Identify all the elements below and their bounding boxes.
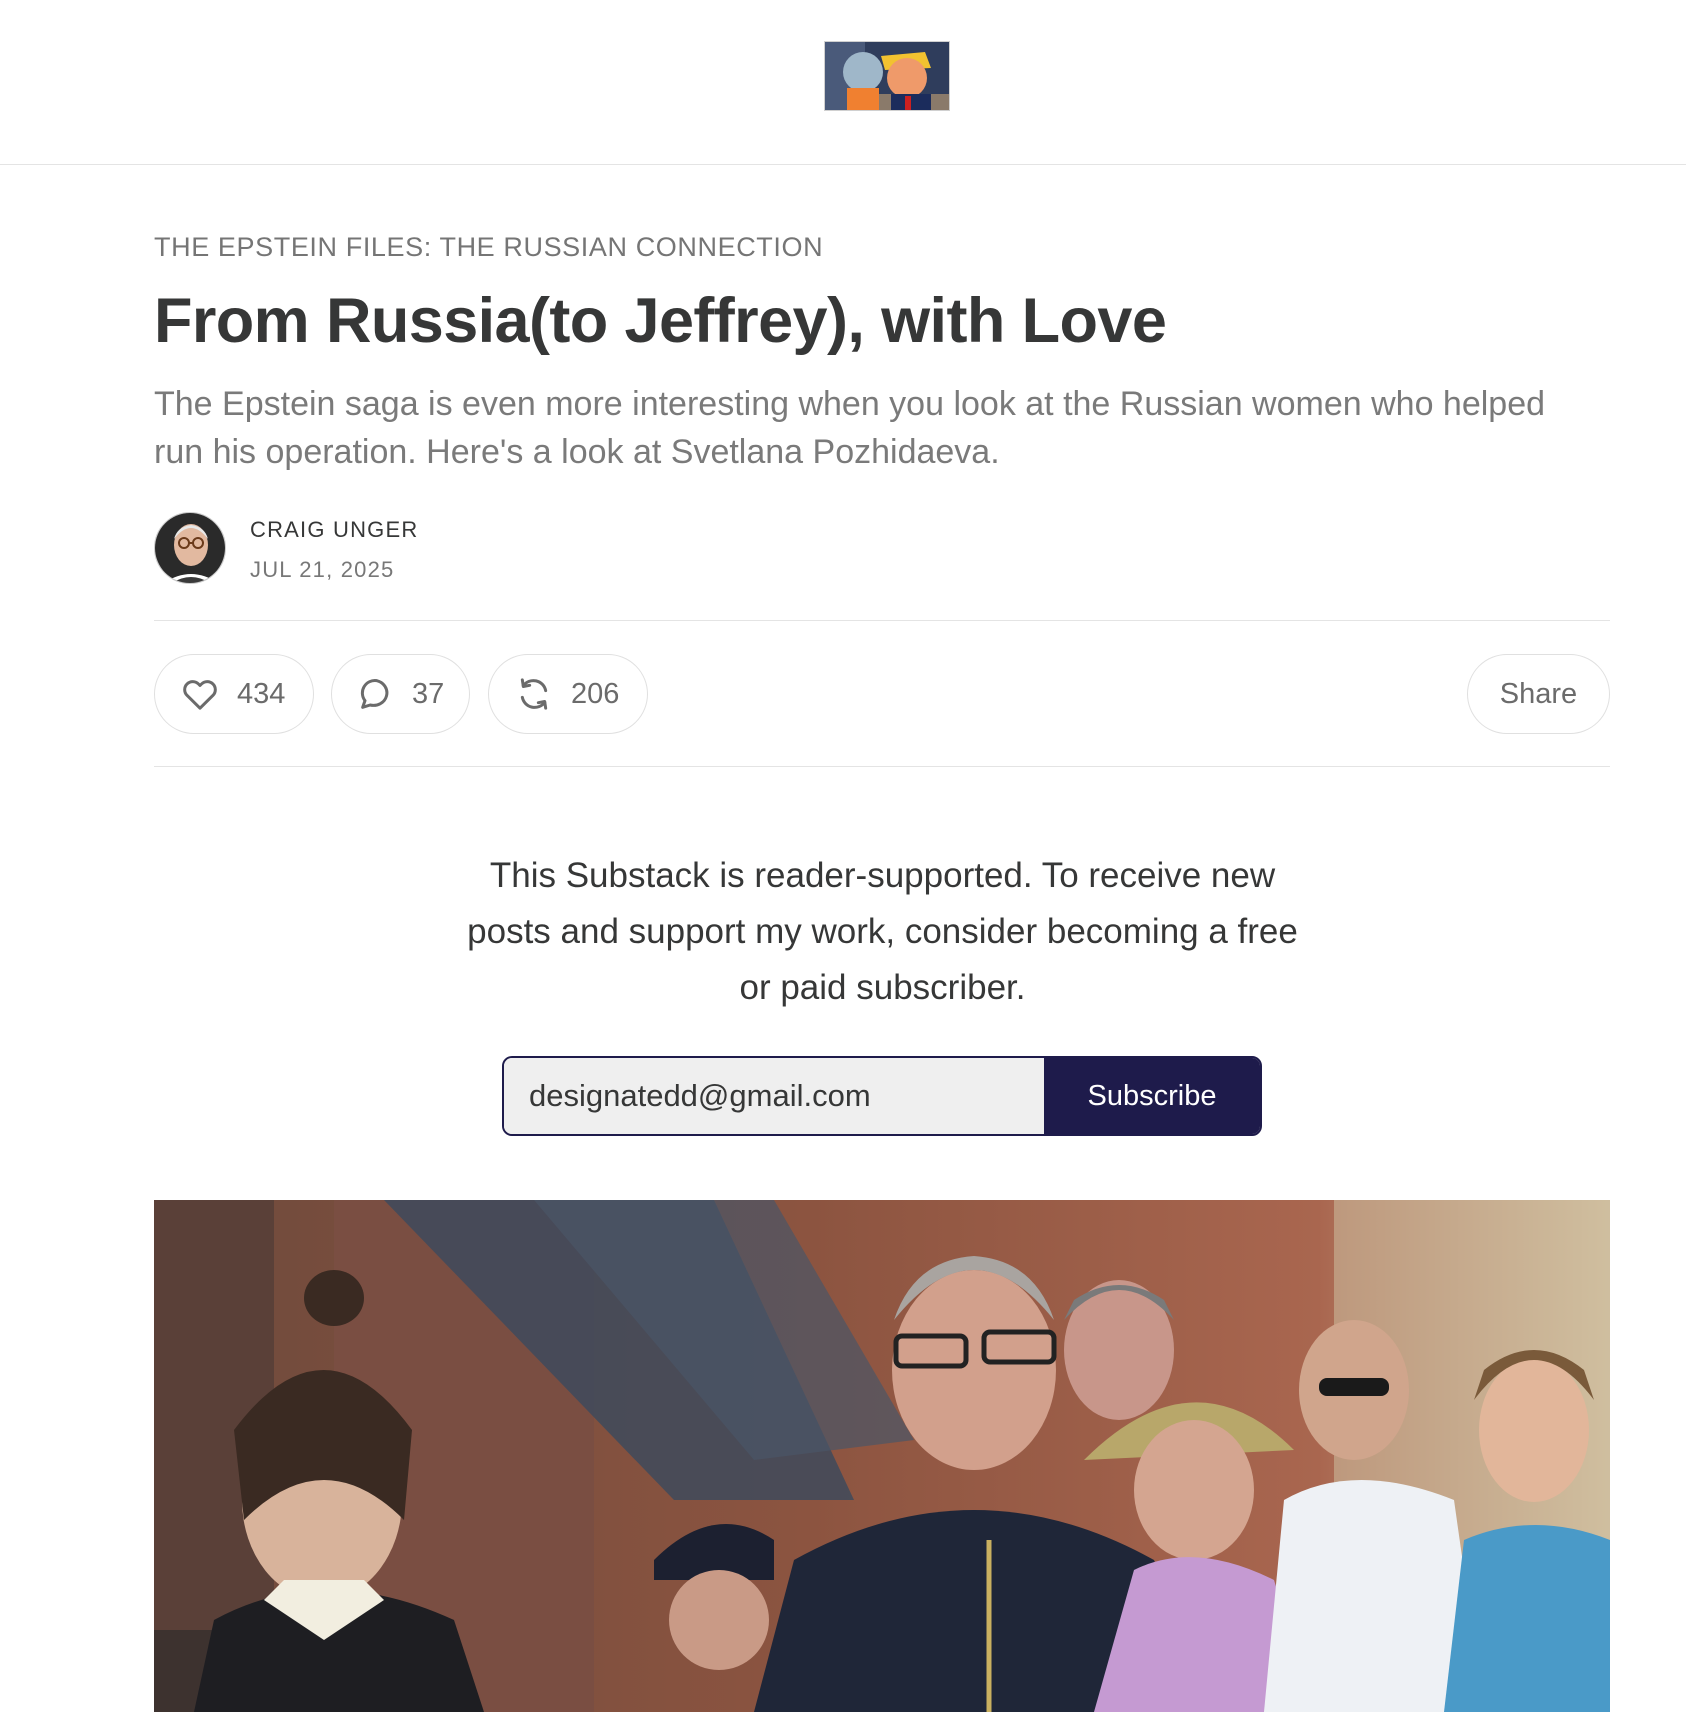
- publication-header: [0, 0, 1686, 165]
- author-name[interactable]: CRAIG UNGER: [250, 517, 418, 543]
- byline: CRAIG UNGER JUL 21, 2025: [154, 512, 754, 584]
- comment-count: 37: [412, 677, 445, 710]
- author-photo-icon: [155, 513, 225, 583]
- subscribe-button[interactable]: Subscribe: [1044, 1058, 1260, 1134]
- like-count: 434: [237, 677, 286, 710]
- subscribe-form: Subscribe: [502, 1056, 1262, 1136]
- post-subtitle: The Epstein saga is even more interestin…: [154, 385, 1546, 471]
- divider: [154, 620, 1610, 621]
- comment-button[interactable]: 37: [331, 654, 470, 734]
- publication-logo[interactable]: [824, 41, 950, 111]
- restack-count: 206: [571, 677, 620, 710]
- post-date: JUL 21, 2025: [250, 557, 395, 582]
- share-button[interactable]: Share: [1467, 654, 1610, 734]
- email-input[interactable]: [504, 1058, 1044, 1134]
- subscribe-message: This Substack is reader-supported. To re…: [467, 856, 1298, 1007]
- post-section-label[interactable]: THE EPSTEIN FILES: THE RUSSIAN CONNECTIO…: [154, 232, 823, 263]
- speech-bubble-icon: [356, 673, 396, 715]
- like-button[interactable]: 434: [154, 654, 314, 734]
- publication-logo-image: [825, 42, 949, 110]
- restack-button[interactable]: 206: [488, 654, 648, 734]
- hero-image[interactable]: [154, 1200, 1610, 1712]
- heart-icon: [179, 673, 221, 715]
- divider: [154, 766, 1610, 767]
- restack-arrows-icon: [513, 673, 555, 715]
- post-title: From Russia(to Jeffrey), with Love: [154, 286, 1167, 356]
- article-hero-photo: [154, 1200, 1610, 1712]
- author-avatar[interactable]: [154, 512, 226, 584]
